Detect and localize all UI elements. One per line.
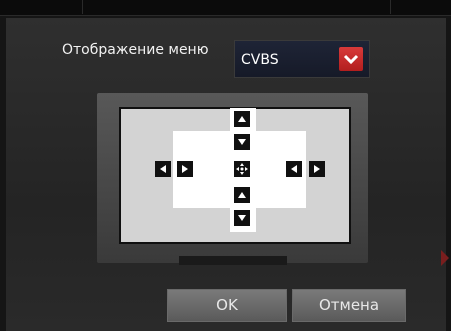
- arrow-up-icon[interactable]: [234, 187, 250, 203]
- top-separator: [82, 0, 83, 14]
- ok-button[interactable]: OK: [167, 289, 287, 322]
- top-status-bar: [0, 0, 451, 16]
- monitor-stand: [179, 256, 287, 265]
- dropdown-selected-value: CVBS: [241, 52, 279, 68]
- cancel-button[interactable]: Отмена: [292, 289, 406, 322]
- arrow-right-icon[interactable]: [309, 161, 325, 177]
- arrow-left-icon[interactable]: [286, 161, 302, 177]
- top-separator: [390, 0, 391, 14]
- menu-display-dropdown[interactable]: CVBS: [234, 40, 370, 78]
- arrow-down-icon[interactable]: [234, 210, 250, 226]
- arrow-right-icon[interactable]: [177, 161, 193, 177]
- side-scroll-indicator[interactable]: [441, 250, 449, 266]
- move-icon[interactable]: [234, 161, 250, 177]
- arrow-down-icon[interactable]: [234, 134, 250, 150]
- menu-display-label: Отображение меню: [62, 42, 209, 58]
- arrow-up-icon[interactable]: [234, 111, 250, 127]
- chevron-down-icon[interactable]: [339, 47, 363, 71]
- arrow-left-icon[interactable]: [155, 161, 171, 177]
